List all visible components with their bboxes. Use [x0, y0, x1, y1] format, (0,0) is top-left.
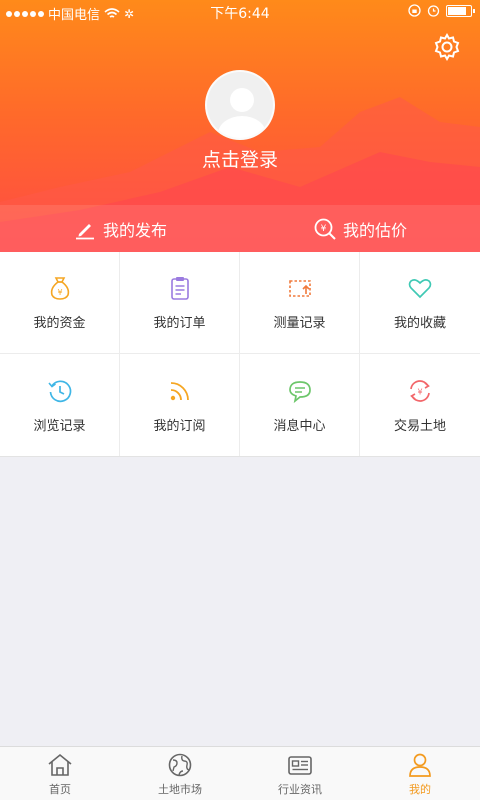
- function-grid: ¥ 我的资金 我的订单 测量记录 我的收藏 浏览记录 我的订阅 消息中心 ¥ 交…: [0, 252, 480, 457]
- tab-industry-news[interactable]: 行业资讯: [240, 747, 360, 800]
- home-icon: [48, 753, 72, 776]
- grid-item-label: 我的资金: [33, 316, 86, 331]
- grid-item-browse-history[interactable]: 浏览记录: [0, 354, 120, 456]
- my-posts-label: 我的发布: [102, 220, 167, 240]
- globe-icon: [168, 753, 192, 776]
- svg-text:¥: ¥: [57, 288, 62, 297]
- grid-item-label: 浏览记录: [33, 418, 86, 434]
- alarm-icon: [427, 5, 440, 17]
- svg-text:¥: ¥: [417, 387, 422, 396]
- grid-item-label: 交易土地: [393, 418, 446, 434]
- rss-icon: [170, 381, 189, 400]
- grid-item-my-funds[interactable]: ¥ 我的资金: [0, 252, 120, 354]
- battery-icon: [446, 4, 475, 17]
- history-icon: [47, 379, 71, 402]
- news-icon: [288, 755, 312, 775]
- tab-label: 行业资讯: [278, 782, 322, 796]
- grid-item-label: 我的订单: [153, 316, 206, 331]
- my-posts-button[interactable]: 我的发布: [0, 205, 240, 252]
- status-bar: 中国电信 ✲ 下午6:44: [0, 0, 480, 24]
- avatar[interactable]: [205, 70, 275, 140]
- exchange-icon: ¥: [410, 379, 430, 402]
- grid-item-message-center[interactable]: 消息中心: [240, 354, 360, 456]
- tab-label: 我的: [409, 782, 431, 796]
- grid-item-label: 测量记录: [273, 316, 326, 331]
- my-valuation-label: 我的估价: [342, 220, 407, 240]
- my-valuation-button[interactable]: ¥ 我的估价: [240, 205, 480, 252]
- measure-icon: [288, 280, 311, 297]
- edit-icon: [75, 223, 94, 239]
- grid-item-label: 消息中心: [273, 418, 326, 434]
- login-link[interactable]: 点击登录: [0, 145, 480, 172]
- grid-item-label: 我的订阅: [153, 418, 206, 434]
- bottom-tab-bar: 首页 土地市场 行业资讯 我的: [0, 746, 480, 800]
- message-icon: [288, 380, 311, 403]
- grid-item-label: 我的收藏: [393, 316, 446, 331]
- tab-label: 土地市场: [158, 782, 202, 796]
- tab-mine[interactable]: 我的: [360, 747, 480, 800]
- tab-label: 首页: [49, 782, 71, 796]
- grid-item-measure-records[interactable]: 测量记录: [240, 252, 360, 354]
- tab-home[interactable]: 首页: [0, 747, 120, 800]
- grid-item-trade-land[interactable]: ¥ 交易土地: [360, 354, 480, 456]
- grid-item-my-orders[interactable]: 我的订单: [120, 252, 240, 354]
- valuation-icon: ¥: [314, 218, 336, 240]
- profile-header: 中国电信 ✲ 下午6:44 点击登录 我的发布 ¥ 我的估价: [0, 0, 480, 252]
- grid-item-my-subscriptions[interactable]: 我的订阅: [120, 354, 240, 456]
- heart-icon: [408, 279, 432, 299]
- grid-item-my-favorites[interactable]: 我的收藏: [360, 252, 480, 354]
- tab-land-market[interactable]: 土地市场: [120, 747, 240, 800]
- action-bar: 我的发布 ¥ 我的估价: [0, 205, 480, 252]
- clipboard-icon: [170, 277, 189, 300]
- money-bag-icon: ¥: [50, 277, 69, 300]
- rotation-lock-icon: [408, 4, 421, 17]
- svg-text:¥: ¥: [321, 224, 327, 234]
- settings-gear-icon[interactable]: [432, 32, 462, 62]
- user-icon: [409, 753, 431, 777]
